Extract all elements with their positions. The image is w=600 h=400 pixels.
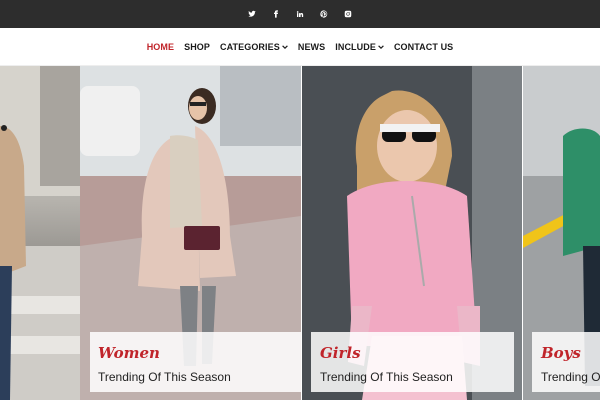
girls-title[interactable]: Girls bbox=[320, 344, 361, 362]
twitter-icon[interactable] bbox=[247, 9, 257, 19]
chevron-down-icon bbox=[282, 44, 288, 49]
nav-include[interactable]: INCLUDE bbox=[335, 42, 384, 52]
nav-categories-label: CATEGORIES bbox=[220, 41, 280, 52]
girls-subtitle: Trending Of This Season bbox=[320, 370, 453, 384]
social-bar bbox=[0, 0, 600, 28]
slide-partial-left[interactable] bbox=[0, 66, 80, 400]
facebook-icon[interactable] bbox=[271, 9, 281, 19]
nav-shop[interactable]: SHOP bbox=[184, 42, 210, 52]
nav-contact[interactable]: CONTACT US bbox=[394, 42, 453, 52]
women-caption: Women Trending Of This Season bbox=[90, 332, 301, 392]
nav-home[interactable]: HOME bbox=[147, 42, 174, 52]
slide-boys[interactable]: Boys Trending Of This Season bbox=[523, 66, 600, 400]
nav-news[interactable]: NEWS bbox=[298, 42, 325, 52]
category-slider: Women Trending Of This Season Girls Tren… bbox=[0, 66, 600, 400]
man-photo bbox=[0, 66, 80, 400]
nav-include-label: INCLUDE bbox=[335, 41, 376, 52]
boys-caption: Boys Trending Of This Season bbox=[532, 332, 600, 392]
women-subtitle: Trending Of This Season bbox=[98, 370, 231, 384]
main-nav: HOME SHOP CATEGORIES NEWS INCLUDE CONTAC… bbox=[0, 28, 600, 66]
boys-title[interactable]: Boys bbox=[541, 344, 581, 362]
slide-women[interactable]: Women Trending Of This Season bbox=[80, 66, 301, 400]
slide-girls[interactable]: Girls Trending Of This Season bbox=[302, 66, 522, 400]
boys-subtitle: Trending Of This Season bbox=[541, 370, 600, 384]
women-title[interactable]: Women bbox=[98, 344, 160, 362]
girls-caption: Girls Trending Of This Season bbox=[311, 332, 514, 392]
pinterest-icon[interactable] bbox=[319, 9, 329, 19]
linkedin-icon[interactable] bbox=[295, 9, 305, 19]
nav-categories[interactable]: CATEGORIES bbox=[220, 42, 288, 52]
instagram-icon[interactable] bbox=[343, 9, 353, 19]
chevron-down-icon bbox=[378, 44, 384, 49]
